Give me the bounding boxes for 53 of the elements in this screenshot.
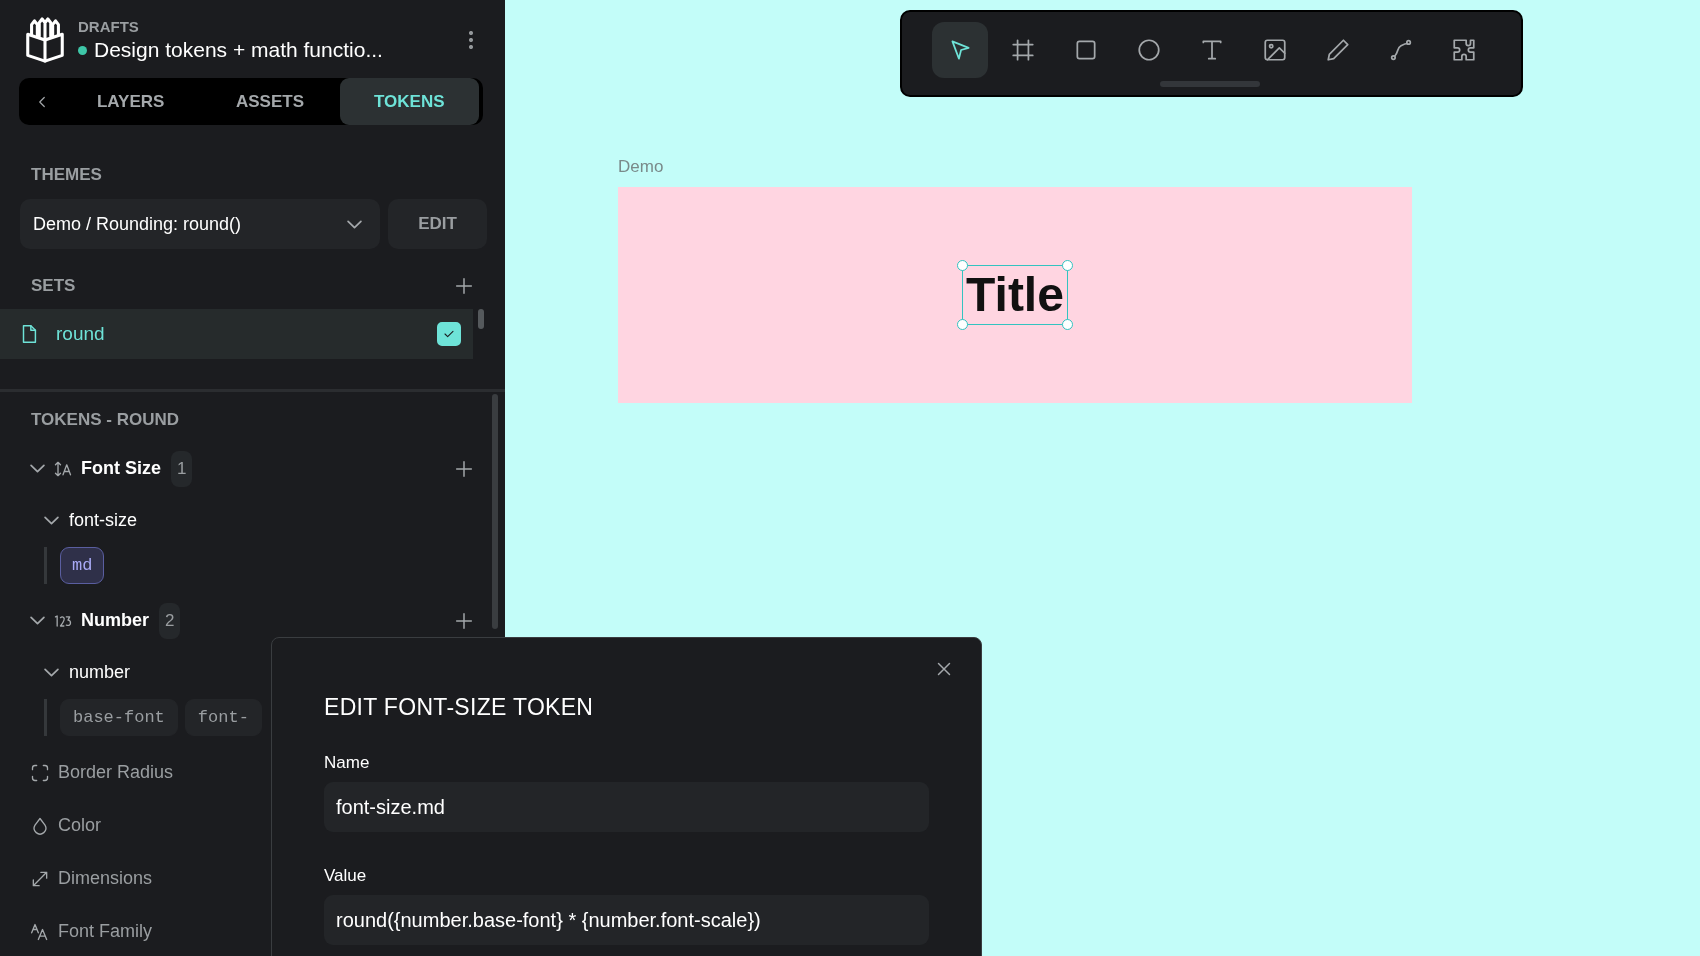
token-pill[interactable]: base-font [60, 699, 178, 736]
edit-button[interactable]: EDIT [388, 199, 487, 249]
input-field[interactable]: round({number.base-font} * {number.font-scale}) [324, 895, 929, 945]
section-heading: TOKENS - ROUND [30, 410, 180, 430]
tab[interactable]: LAYERS [61, 78, 201, 125]
tab[interactable]: ASSETS [200, 78, 340, 125]
droplet-icon [30, 815, 50, 836]
set-name: round [56, 323, 106, 345]
field-label: Name [324, 753, 371, 773]
group-name: Color [58, 815, 101, 836]
section-heading: THEMES [30, 165, 103, 185]
drag-handle[interactable] [1160, 81, 1260, 87]
group-name: Number [81, 610, 149, 631]
token-pill[interactable]: font- [184, 699, 262, 736]
checkbox[interactable] [437, 322, 461, 346]
rounded-corners-icon [30, 762, 50, 783]
status-dot [78, 45, 87, 55]
theme-dropdown[interactable]: Demo / Rounding: round() [20, 199, 380, 249]
count-badge: 2 [159, 602, 181, 639]
group-name: Border Radius [58, 762, 174, 783]
plus-icon[interactable] [453, 275, 475, 297]
group-name: Font Family [58, 921, 153, 942]
image-icon [1262, 36, 1288, 63]
token-pill[interactable]: md [60, 547, 105, 584]
resize-handle[interactable] [1061, 319, 1073, 330]
letters-icon [30, 921, 50, 942]
chevron-down-icon[interactable] [44, 667, 59, 677]
resize-handle[interactable] [957, 319, 969, 330]
dialog-title: EDIT FONT-SIZE TOKEN [324, 694, 595, 721]
pencil-icon [1325, 36, 1351, 63]
tool-button[interactable] [932, 21, 988, 78]
token-folder-name[interactable]: number [69, 661, 131, 683]
count-badge: 1 [171, 450, 193, 487]
tab[interactable]: TOKENS [339, 78, 479, 125]
input-field[interactable]: font-size.md [324, 782, 929, 832]
token-group-row[interactable]: Font Size 1 [0, 442, 505, 495]
section-heading: SETS [30, 276, 76, 296]
token-folder-name[interactable]: font-size [69, 509, 138, 531]
group-name: Font Size [81, 458, 161, 479]
artboard[interactable]: Title [618, 187, 1412, 403]
frame-icon [1010, 36, 1036, 63]
circle-icon [1136, 36, 1162, 63]
resize-handle[interactable] [1061, 260, 1073, 271]
resize-handle[interactable] [957, 260, 969, 271]
puzzle-icon [1451, 36, 1477, 63]
scrollbar-thumb[interactable] [478, 309, 484, 329]
chevron-down-icon[interactable] [44, 515, 59, 525]
section-label: DRAFTS [78, 18, 140, 35]
chevron-down-icon [347, 219, 362, 229]
project-title[interactable]: Design tokens + math functio... [94, 38, 383, 62]
group-name: Dimensions [58, 868, 153, 889]
scrollbar-thumb[interactable] [492, 394, 498, 629]
field-label: Value [324, 866, 368, 886]
